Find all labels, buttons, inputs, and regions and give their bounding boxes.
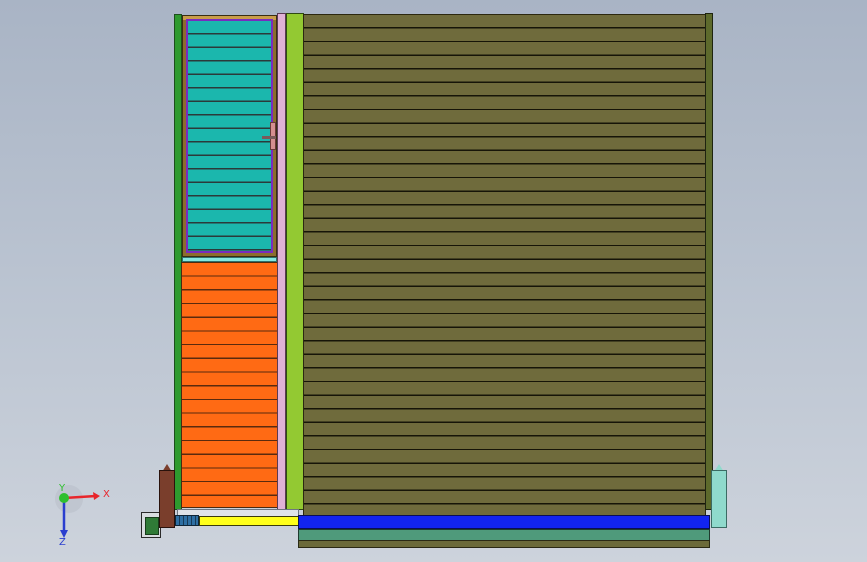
- blue-bottom-beam[interactable]: [298, 515, 710, 529]
- drive-motor[interactable]: [141, 512, 161, 538]
- axis-triad: X Y Z: [55, 483, 110, 546]
- yellow-drive-shaft[interactable]: [199, 516, 299, 526]
- right-aqua-post[interactable]: [711, 470, 727, 528]
- cad-viewport[interactable]: X Y Z: [0, 0, 867, 562]
- door-handle-lever: [262, 136, 276, 139]
- shaft-coupler[interactable]: [175, 515, 199, 526]
- left-brown-post[interactable]: [159, 470, 175, 528]
- olive-base-beam[interactable]: [298, 540, 710, 548]
- main-olive-slat-panel[interactable]: [303, 14, 706, 516]
- lime-separator-post[interactable]: [286, 13, 304, 510]
- orange-slat-panel[interactable]: [181, 262, 278, 508]
- right-olive-rail[interactable]: [705, 13, 713, 510]
- z-axis-label: Z: [59, 537, 66, 546]
- y-axis-dot: [59, 493, 69, 503]
- x-axis-label: X: [103, 489, 110, 500]
- cyan-panel-slats: [186, 19, 273, 253]
- y-axis-label: Y: [58, 483, 66, 494]
- motor-body: [145, 517, 159, 535]
- x-arrow-head: [93, 492, 100, 500]
- pink-separator-post[interactable]: [277, 13, 286, 510]
